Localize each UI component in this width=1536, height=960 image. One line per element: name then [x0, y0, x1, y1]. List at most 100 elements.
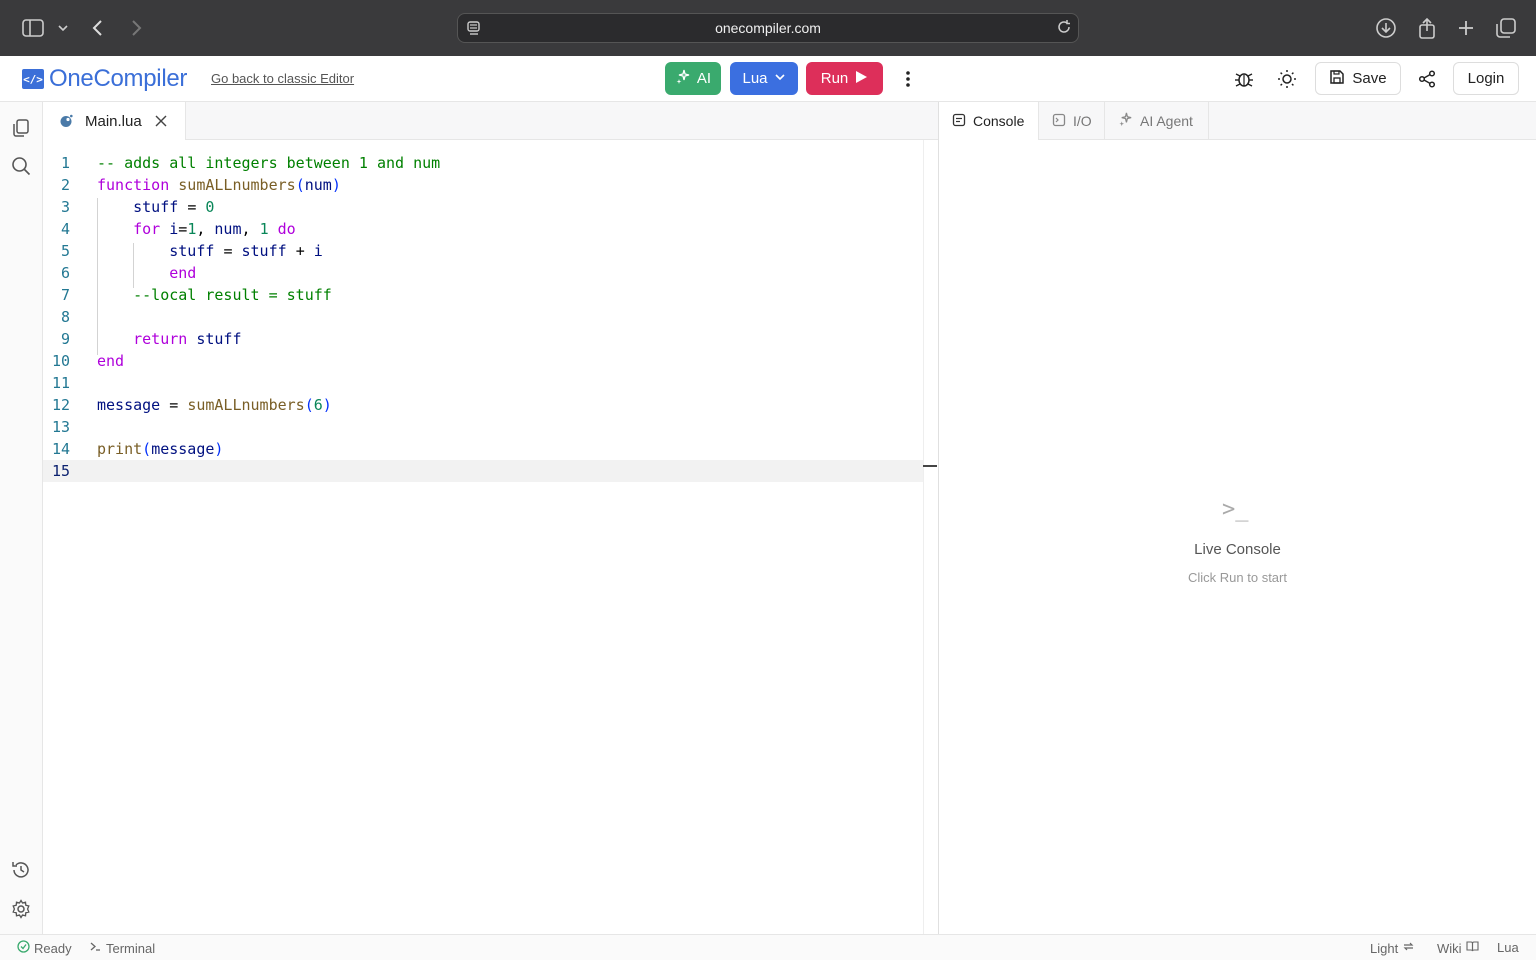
code-line[interactable]: 11 — [43, 372, 923, 394]
editor-overview-ruler[interactable] — [923, 140, 938, 934]
tab-ai-agent[interactable]: AI Agent — [1105, 102, 1209, 140]
url-text: onecompiler.com — [715, 20, 821, 36]
refresh-icon — [1402, 940, 1415, 956]
onecompiler-logo[interactable]: </> OneCompiler — [22, 65, 187, 93]
terminal-icon — [89, 940, 102, 956]
ai-label: AI — [696, 70, 712, 87]
sun-icon[interactable] — [1275, 67, 1299, 91]
code-text: message = sumALLnumbers(6) — [97, 396, 332, 414]
status-ready: Ready — [17, 940, 72, 956]
status-terminal-label: Terminal — [106, 940, 156, 956]
settings-icon[interactable] — [10, 898, 32, 920]
line-number: 15 — [51, 462, 70, 480]
code-line[interactable]: 14 print(message) — [43, 438, 923, 460]
forward-icon[interactable] — [124, 16, 148, 40]
tab-io-label: I/O — [1073, 113, 1092, 129]
code-text: --local result = stuff — [97, 286, 332, 304]
ai-button[interactable]: AI — [665, 62, 721, 95]
line-number: 1 — [60, 154, 70, 172]
tabs-icon[interactable] — [1494, 16, 1518, 40]
tab-io[interactable]: I/O — [1039, 102, 1105, 140]
language-select[interactable]: Lua — [730, 62, 798, 95]
tab-ai-agent-label: AI Agent — [1140, 113, 1193, 129]
code-text: stuff = 0 — [133, 198, 215, 216]
bug-icon[interactable] — [1232, 67, 1256, 91]
history-icon[interactable] — [10, 859, 32, 881]
search-icon[interactable] — [10, 155, 32, 177]
chevron-down-icon[interactable] — [51, 16, 75, 40]
io-icon — [1052, 113, 1066, 130]
status-ready-label: Ready — [34, 940, 72, 956]
code-text: print(message) — [97, 440, 224, 458]
code-line[interactable]: 6 end — [43, 262, 923, 284]
code-line[interactable]: 10 end — [43, 350, 923, 372]
files-icon[interactable] — [10, 117, 32, 139]
line-number: 11 — [51, 374, 70, 392]
code-editor[interactable]: 1 -- adds all integers between 1 and num… — [43, 140, 923, 934]
code-line[interactable]: 8 — [43, 306, 923, 328]
code-text: function sumALLnumbers(num) — [97, 176, 341, 194]
status-language[interactable]: Lua — [1497, 940, 1519, 955]
line-number: 13 — [51, 418, 70, 436]
play-icon — [854, 70, 868, 88]
code-text: -- adds all integers between 1 and num — [97, 154, 441, 172]
address-bar[interactable]: onecompiler.com — [457, 13, 1079, 43]
console-icon — [952, 113, 966, 130]
code-line[interactable]: 4 for i=1, num, 1 do — [43, 218, 923, 240]
save-button[interactable]: Save — [1315, 62, 1401, 95]
reload-icon[interactable] — [1056, 19, 1072, 38]
logo-text: OneCompiler — [49, 65, 188, 92]
close-icon[interactable] — [155, 114, 167, 132]
line-number: 5 — [60, 242, 70, 260]
activity-bar — [0, 102, 43, 934]
line-number: 7 — [60, 286, 70, 304]
share-icon[interactable] — [1415, 16, 1439, 40]
file-tab-main[interactable]: Main.lua — [43, 102, 186, 140]
lua-icon — [59, 114, 73, 133]
line-number: 3 — [60, 198, 70, 216]
logo-badge: </> — [22, 69, 44, 89]
tab-console-label: Console — [973, 113, 1025, 129]
share-nodes-icon[interactable] — [1415, 67, 1439, 91]
line-number: 12 — [51, 396, 70, 414]
line-number: 6 — [60, 264, 70, 282]
back-icon[interactable] — [86, 16, 110, 40]
code-line[interactable]: 7 --local result = stuff — [43, 284, 923, 306]
tab-console[interactable]: Console — [939, 102, 1039, 140]
output-panel-tabs: Console I/O AI Agent — [939, 102, 1536, 140]
editor-tab-bar: Main.lua — [43, 102, 938, 140]
code-line[interactable]: 13 — [43, 416, 923, 438]
reader-icon[interactable] — [466, 20, 482, 39]
book-icon — [1465, 940, 1479, 956]
run-button[interactable]: Run — [806, 62, 883, 95]
code-text: end — [169, 264, 197, 282]
new-tab-icon[interactable] — [1454, 16, 1478, 40]
code-line[interactable]: 5 stuff = stuff + i — [43, 240, 923, 262]
status-terminal[interactable]: Terminal — [89, 940, 155, 956]
code-line[interactable]: 2 function sumALLnumbers(num) — [43, 174, 923, 196]
classic-editor-link[interactable]: Go back to classic Editor — [211, 71, 354, 86]
terminal-prompt-icon: >_ — [1222, 497, 1249, 522]
line-number: 4 — [60, 220, 70, 238]
console-empty-title: Live Console — [1194, 541, 1281, 558]
file-tab-label: Main.lua — [85, 113, 142, 130]
line-number: 14 — [51, 440, 70, 458]
status-wiki-label: Wiki — [1437, 940, 1462, 956]
code-line-active[interactable]: 15 — [43, 460, 923, 482]
code-line[interactable]: 9 return stuff — [43, 328, 923, 350]
code-line[interactable]: 3 stuff = 0 — [43, 196, 923, 218]
code-line[interactable]: 12 message = sumALLnumbers(6) — [43, 394, 923, 416]
language-label: Lua — [742, 70, 768, 87]
status-theme-label: Light — [1370, 940, 1399, 956]
download-icon[interactable] — [1374, 16, 1398, 40]
status-wiki[interactable]: Wiki — [1437, 940, 1479, 956]
console-panel: >_ Live Console Click Run to start — [939, 140, 1536, 934]
console-empty-subtitle: Click Run to start — [1188, 570, 1287, 585]
more-vertical-icon[interactable] — [898, 68, 918, 90]
login-button[interactable]: Login — [1453, 62, 1519, 95]
sparkle-icon — [675, 69, 691, 89]
check-circle-icon — [17, 940, 30, 956]
status-theme[interactable]: Light — [1370, 940, 1415, 956]
sidebar-icon[interactable] — [21, 16, 45, 40]
code-line[interactable]: 1 -- adds all integers between 1 and num — [43, 152, 923, 174]
